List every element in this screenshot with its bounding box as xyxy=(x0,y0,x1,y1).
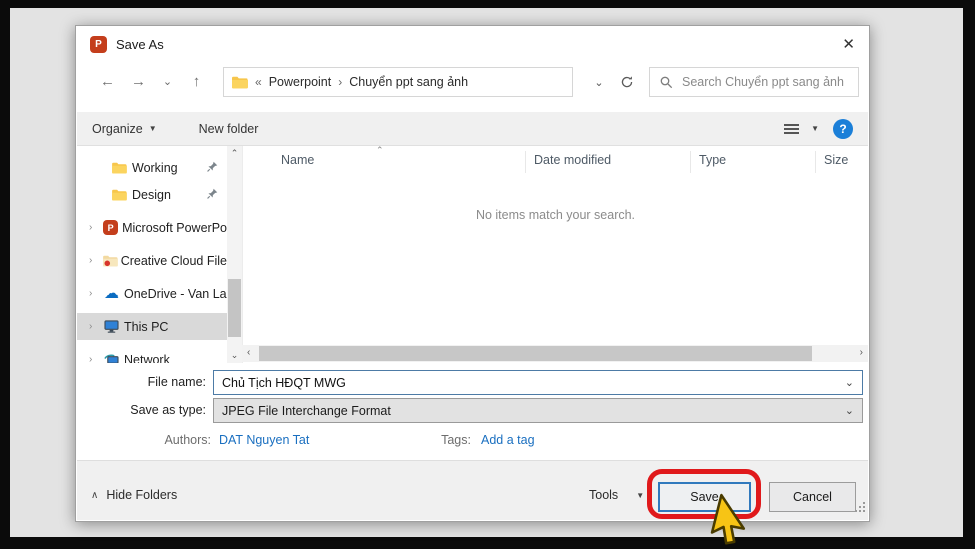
sidebar-item-this-pc[interactable]: › This PC xyxy=(77,313,227,340)
creative-cloud-icon xyxy=(102,255,121,267)
save-as-type-label: Save as type: xyxy=(130,403,206,417)
sidebar-item-label: This PC xyxy=(124,319,169,334)
sidebar-item-microsoft-powerpoint[interactable]: › P Microsoft PowerPo xyxy=(77,214,227,241)
sidebar-scrollbar[interactable]: ⌃ ⌄ xyxy=(227,146,242,363)
sidebar-item-label: Network xyxy=(124,352,170,364)
sidebar-item-onedrive[interactable]: › ☁ OneDrive - Van La xyxy=(77,280,227,307)
horizontal-scrollbar[interactable]: ‹ › xyxy=(242,345,868,362)
sidebar-item-label: Design xyxy=(132,187,171,202)
search-input[interactable]: Search Chuyển ppt sang ảnh xyxy=(649,67,859,97)
file-list-pane: ⌃ Name Date modified Type Size No items … xyxy=(242,146,868,363)
file-name-label: File name: xyxy=(147,375,206,389)
address-dropdown-chevron-icon[interactable]: ⌄ xyxy=(586,67,612,97)
save-as-type-select[interactable]: JPEG File Interchange Format ⌄ xyxy=(213,398,863,423)
view-caret-icon: ▼ xyxy=(811,124,819,133)
horizontal-scrollbar-thumb[interactable] xyxy=(259,346,812,361)
screenshot-frame: P Save As ✕ ← → ⌄ ↑ « Powerpoint › Chuyể… xyxy=(0,0,975,549)
onedrive-cloud-icon: ☁ xyxy=(104,285,119,302)
pin-icon xyxy=(207,161,218,175)
recent-locations-chevron-icon[interactable]: ⌄ xyxy=(154,75,181,88)
column-headers: ⌃ Name Date modified Type Size xyxy=(243,146,868,173)
pin-icon xyxy=(207,188,218,202)
file-name-input[interactable]: Chủ Tịch HĐQT MWG ⌄ xyxy=(213,370,863,395)
title-bar: P Save As ✕ xyxy=(76,26,869,62)
search-icon xyxy=(660,76,673,88)
column-header-name[interactable]: Name xyxy=(281,153,314,167)
authors-label: Authors: xyxy=(164,433,211,447)
breadcrumb-overflow-icon[interactable]: « xyxy=(255,75,262,89)
forward-icon[interactable]: → xyxy=(123,73,154,90)
save-as-type-value: JPEG File Interchange Format xyxy=(222,403,391,418)
authors-value[interactable]: DAT Nguyen Tat xyxy=(219,433,309,447)
sort-caret-icon: ⌃ xyxy=(376,146,384,155)
address-bar[interactable]: « Powerpoint › Chuyển ppt sang ảnh xyxy=(223,67,573,97)
tools-button[interactable]: Tools ▼ xyxy=(589,488,644,502)
add-tag-link[interactable]: Add a tag xyxy=(481,433,535,447)
help-icon[interactable]: ? xyxy=(833,118,853,139)
column-header-size[interactable]: Size xyxy=(824,153,848,167)
expand-chevron-icon[interactable]: › xyxy=(89,354,104,363)
column-header-date-modified[interactable]: Date modified xyxy=(534,153,611,167)
sidebar-scrollbar-thumb[interactable] xyxy=(228,279,241,337)
up-icon[interactable]: ↑ xyxy=(181,73,212,90)
file-name-value: Chủ Tịch HĐQT MWG xyxy=(222,375,346,390)
chevron-down-icon[interactable]: ⌄ xyxy=(845,376,854,389)
breadcrumb-item[interactable]: Chuyển ppt sang ảnh xyxy=(349,75,468,89)
tags-label: Tags: xyxy=(441,433,471,447)
powerpoint-app-icon: P xyxy=(90,35,107,53)
expand-chevron-icon[interactable]: › xyxy=(89,288,104,299)
new-folder-button[interactable]: New folder xyxy=(199,122,259,136)
dialog-title: Save As xyxy=(116,36,164,52)
explorer-body: Working Design › P Microsoft PowerPo › C… xyxy=(77,146,868,363)
refresh-icon[interactable] xyxy=(614,67,640,97)
command-bar: Organize ▼ New folder ▼ ? xyxy=(77,112,868,146)
sidebar-item-label: OneDrive - Van La xyxy=(124,286,227,301)
nav-buttons: ← → ⌄ ↑ xyxy=(92,66,212,96)
expand-chevron-icon[interactable]: › xyxy=(89,222,103,233)
sidebar-item-network[interactable]: › Network xyxy=(77,346,227,363)
scroll-down-icon[interactable]: ⌄ xyxy=(227,350,242,361)
scroll-up-icon[interactable]: ⌃ xyxy=(227,148,242,159)
navigation-pane: Working Design › P Microsoft PowerPo › C… xyxy=(77,146,227,363)
breadcrumb-item[interactable]: Powerpoint xyxy=(269,75,332,89)
folder-icon xyxy=(112,189,132,201)
collapse-caret-icon: ∧ xyxy=(91,489,99,501)
sidebar-item-label: Creative Cloud File xyxy=(120,253,227,268)
scroll-left-icon[interactable]: ‹ xyxy=(247,347,250,358)
list-view-icon xyxy=(784,122,800,136)
powerpoint-icon: P xyxy=(103,220,122,235)
column-header-type[interactable]: Type xyxy=(699,153,726,167)
mouse-cursor-icon xyxy=(702,493,760,549)
empty-folder-message: No items match your search. xyxy=(475,208,636,222)
back-icon[interactable]: ← xyxy=(92,73,123,90)
scroll-right-icon[interactable]: › xyxy=(860,347,863,358)
close-icon[interactable]: ✕ xyxy=(842,37,855,52)
network-icon xyxy=(104,353,124,363)
this-pc-icon xyxy=(104,320,124,333)
resize-grip[interactable] xyxy=(855,499,865,517)
chevron-down-icon[interactable]: ⌄ xyxy=(845,404,854,417)
sidebar-item-label: Microsoft PowerPo xyxy=(122,220,227,235)
sidebar-item-working[interactable]: Working xyxy=(77,154,227,181)
view-mode-button[interactable]: ▼ xyxy=(784,122,819,136)
tools-caret-icon: ▼ xyxy=(636,490,645,500)
sidebar-item-creative-cloud[interactable]: › Creative Cloud File xyxy=(77,247,227,274)
cancel-button[interactable]: Cancel xyxy=(769,482,856,512)
hide-folders-button[interactable]: ∧ Hide Folders xyxy=(91,488,177,502)
save-as-dialog: P Save As ✕ ← → ⌄ ↑ « Powerpoint › Chuyể… xyxy=(75,25,870,522)
search-placeholder: Search Chuyển ppt sang ảnh xyxy=(682,75,844,89)
expand-chevron-icon[interactable]: › xyxy=(89,255,103,266)
breadcrumb-separator-icon: › xyxy=(338,75,343,89)
expand-chevron-icon[interactable]: › xyxy=(89,321,104,332)
organize-caret-icon: ▼ xyxy=(148,124,157,133)
folder-icon xyxy=(112,162,132,174)
sidebar-item-label: Working xyxy=(132,160,178,175)
folder-icon xyxy=(232,76,248,88)
sidebar-item-design[interactable]: Design xyxy=(77,181,227,208)
organize-button[interactable]: Organize ▼ xyxy=(92,122,157,136)
